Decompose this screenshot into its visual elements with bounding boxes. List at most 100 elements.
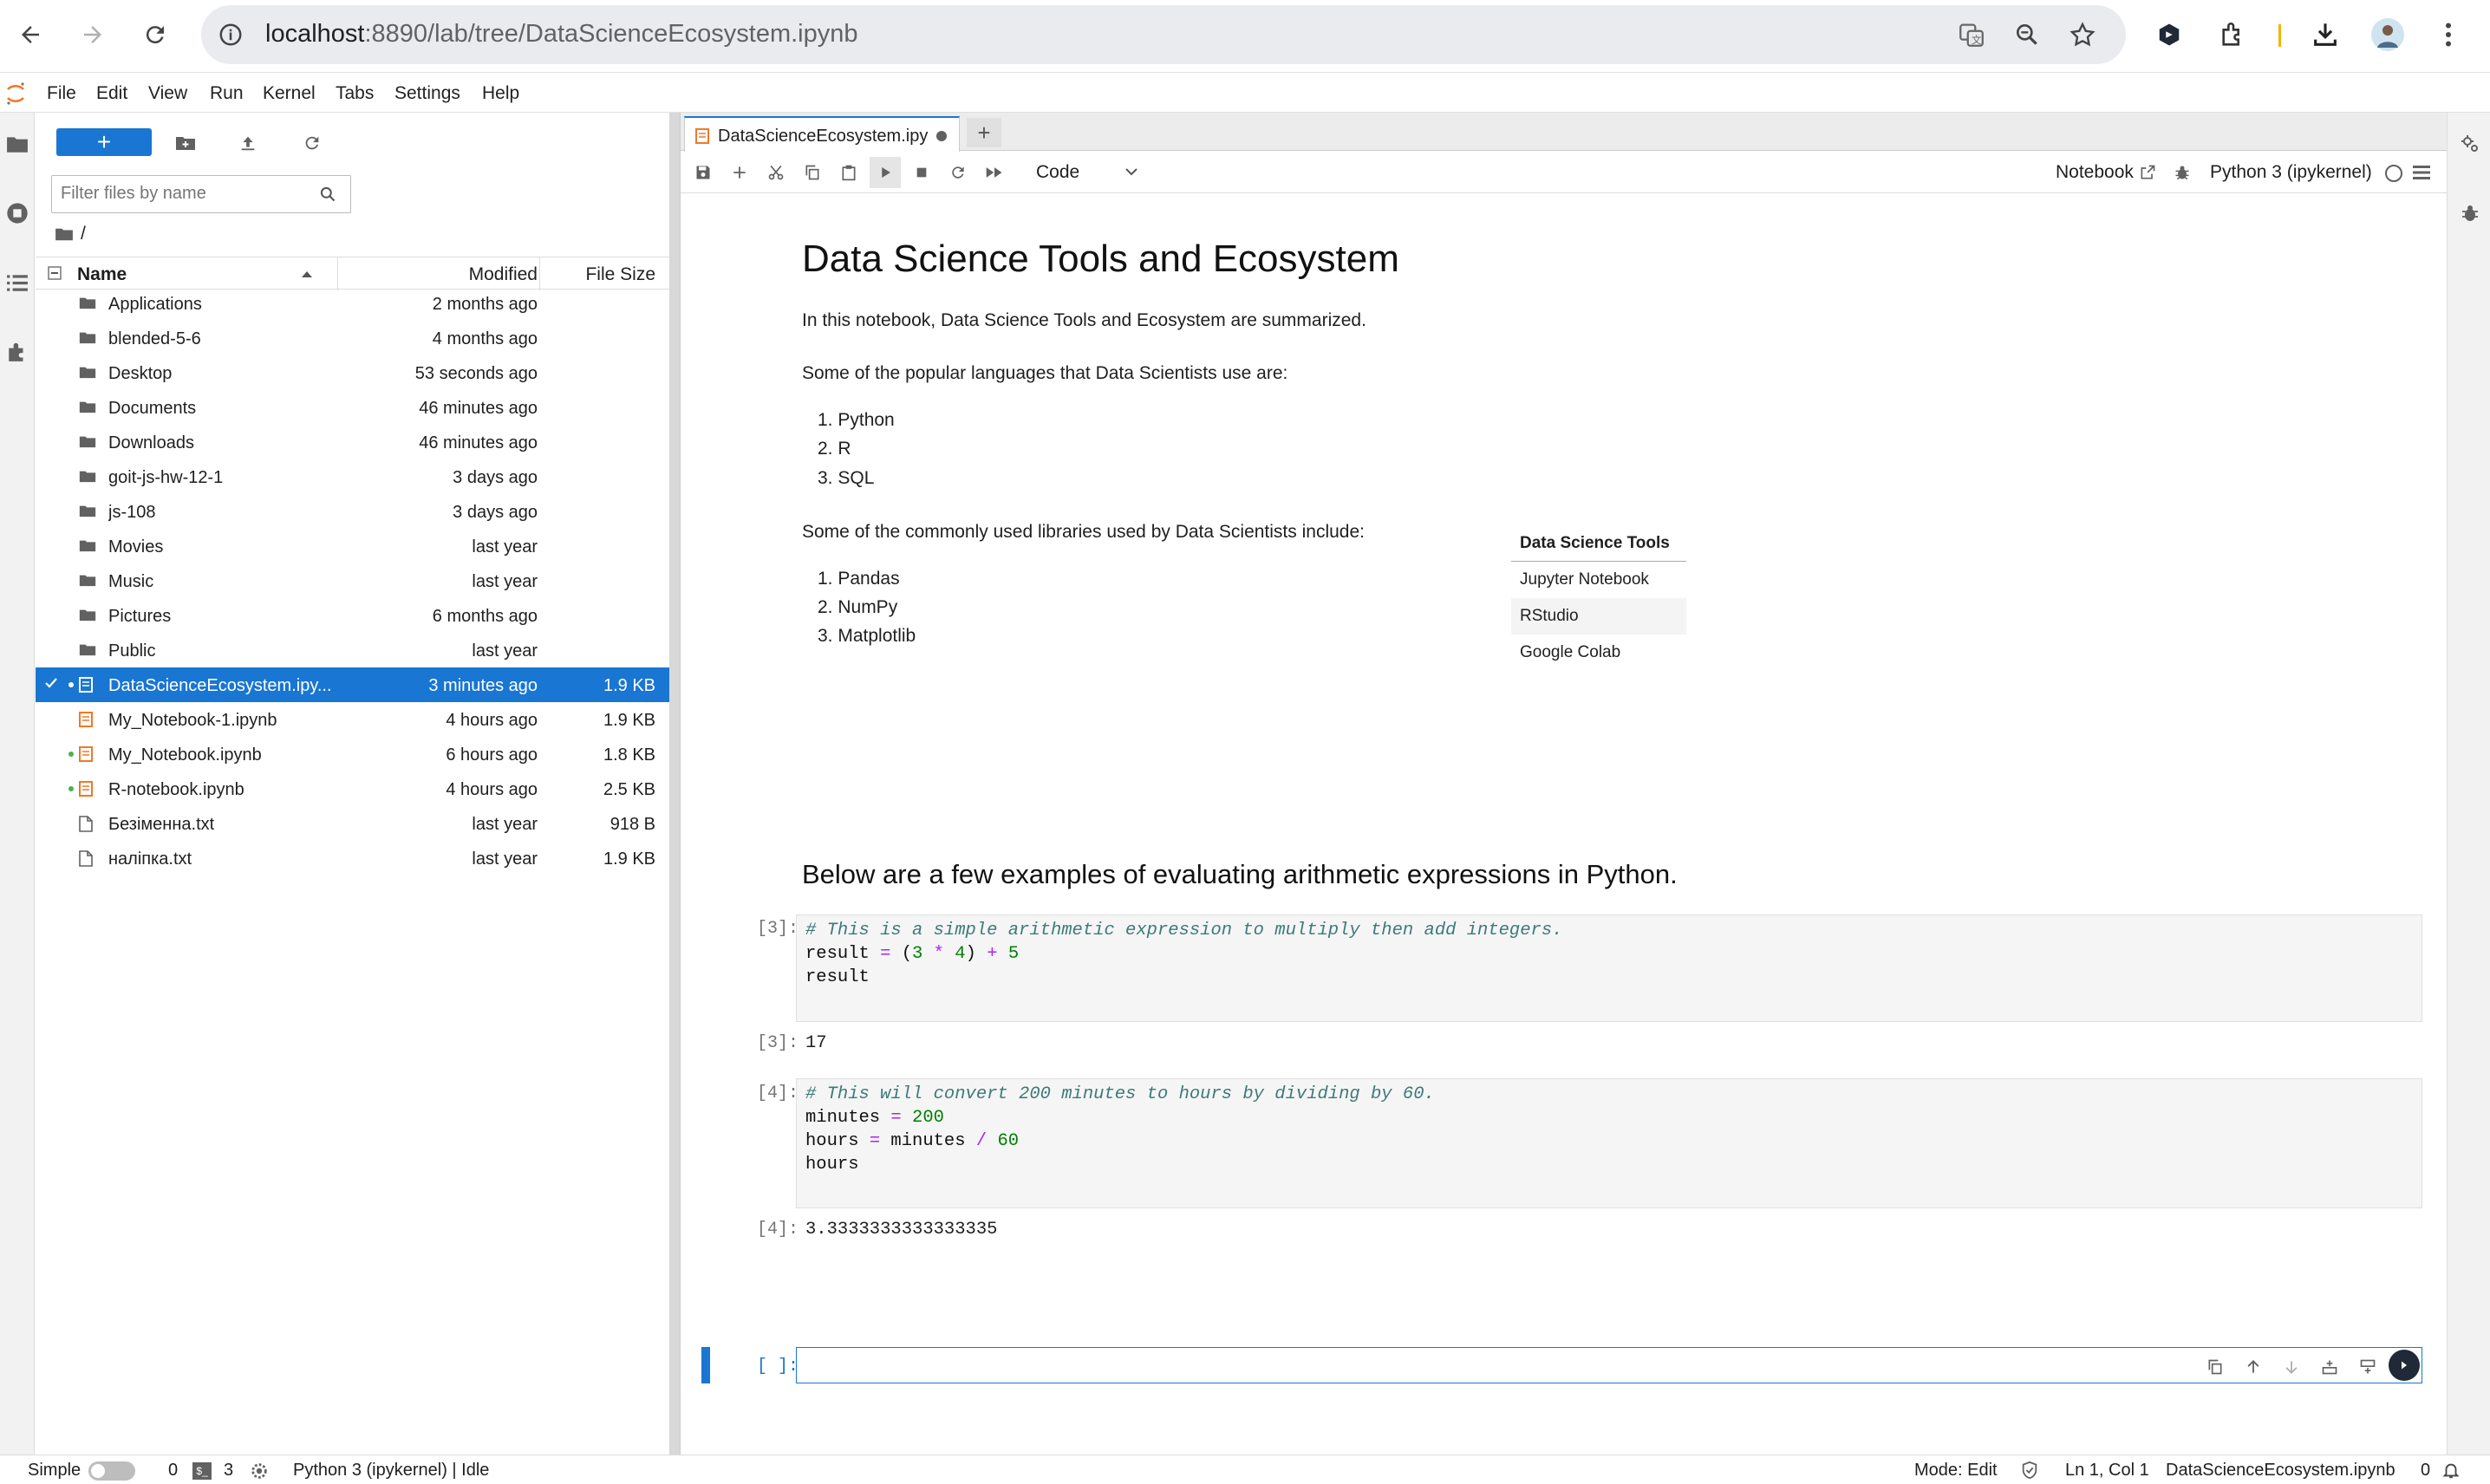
- languages-intro: Some of the popular languages that Data …: [802, 363, 1288, 383]
- downloads-icon[interactable]: [2304, 14, 2346, 55]
- cursor-position[interactable]: Ln 1, Col 1: [2065, 1461, 2149, 1481]
- hamburger-menu-icon[interactable]: [2413, 165, 2430, 180]
- notebook-file-icon: [79, 746, 93, 762]
- cell-output: 17: [805, 1033, 827, 1053]
- interrupt-kernel-icon[interactable]: [906, 157, 937, 188]
- modified-column-header[interactable]: Modified: [469, 264, 538, 285]
- folder-icon: [79, 469, 96, 484]
- menu-kernel[interactable]: Kernel: [263, 83, 316, 104]
- file-row[interactable]: R-notebook.ipynb 4 hours ago 2.5 KB: [36, 771, 669, 806]
- insert-below-icon[interactable]: [2356, 1355, 2380, 1379]
- name-column-header[interactable]: Name: [77, 264, 127, 285]
- file-row[interactable]: Applications 2 months ago: [36, 286, 669, 321]
- translate-icon[interactable]: 文: [1951, 14, 1992, 55]
- reload-button[interactable]: [135, 12, 175, 57]
- property-inspector-icon[interactable]: [2460, 133, 2480, 154]
- unsaved-dot-icon[interactable]: [936, 131, 947, 141]
- copy-icon[interactable]: [797, 157, 828, 188]
- file-modified: 4 hours ago: [446, 711, 538, 730]
- kernel-name[interactable]: Python 3 (ipykernel): [2210, 162, 2372, 183]
- zoom-icon[interactable]: [2006, 14, 2048, 55]
- file-row[interactable]: Безіменна.txt last year 918 B: [36, 806, 669, 841]
- code-cell[interactable]: # This is a simple arithmetic expression…: [796, 914, 2422, 1022]
- extensions-puzzle-icon[interactable]: [2213, 14, 2254, 55]
- panel-splitter[interactable]: [669, 113, 680, 1455]
- ai-assistant-icon[interactable]: [2389, 1350, 2420, 1381]
- active-code-cell[interactable]: [796, 1347, 2422, 1383]
- file-row[interactable]: blended-5-6 4 months ago: [36, 321, 669, 355]
- file-row[interactable]: Pictures 6 months ago: [36, 598, 669, 633]
- code-cell[interactable]: # This will convert 200 minutes to hours…: [796, 1078, 2422, 1208]
- filter-text-field[interactable]: [61, 184, 303, 204]
- menu-help[interactable]: Help: [482, 83, 519, 104]
- left-sidebar-tabs: [0, 113, 35, 1455]
- file-name: Downloads: [108, 433, 194, 452]
- file-row[interactable]: Music last year: [36, 563, 669, 598]
- new-launcher-button[interactable]: +: [56, 128, 152, 156]
- extensions-tab-icon[interactable]: [0, 335, 35, 369]
- debugger-panel-icon[interactable]: [2460, 203, 2480, 224]
- breadcrumb[interactable]: /: [55, 224, 86, 244]
- file-row[interactable]: js-108 3 days ago: [36, 494, 669, 529]
- address-bar[interactable]: localhost:8890/lab/tree/DataScienceEcosy…: [201, 5, 2126, 64]
- restart-run-all-icon[interactable]: [979, 157, 1010, 188]
- paste-icon[interactable]: [833, 157, 864, 188]
- file-row[interactable]: DataScienceEcosystem.ipy... 3 minutes ago…: [36, 667, 669, 702]
- external-link-icon[interactable]: [2139, 164, 2156, 181]
- back-button[interactable]: [10, 12, 50, 57]
- duplicate-cell-icon[interactable]: [2203, 1355, 2227, 1379]
- upload-icon[interactable]: [233, 128, 263, 158]
- file-row[interactable]: Movies last year: [36, 529, 669, 563]
- file-row[interactable]: goit-js-hw-12-1 3 days ago: [36, 459, 669, 494]
- run-cell-icon[interactable]: [870, 157, 901, 188]
- file-row[interactable]: My_Notebook.ipynb 6 hours ago 1.8 KB: [36, 737, 669, 771]
- insert-cell-icon[interactable]: [724, 157, 755, 188]
- select-all-checkbox[interactable]: [48, 266, 62, 280]
- file-modified: 3 days ago: [453, 503, 538, 522]
- restart-kernel-icon[interactable]: [942, 157, 974, 188]
- svg-text:文: 文: [1972, 34, 1981, 46]
- file-row[interactable]: My_Notebook-1.ipynb 4 hours ago 1.9 KB: [36, 702, 669, 737]
- file-row[interactable]: Downloads 46 minutes ago: [36, 425, 669, 459]
- insert-above-icon[interactable]: [2317, 1355, 2342, 1379]
- extension-hex-icon[interactable]: [2148, 14, 2190, 55]
- save-icon[interactable]: [688, 157, 719, 188]
- chrome-menu-icon[interactable]: [2428, 14, 2469, 55]
- profile-avatar[interactable]: [2367, 14, 2409, 55]
- refresh-icon[interactable]: [297, 128, 327, 158]
- menu-tabs[interactable]: Tabs: [336, 83, 374, 104]
- menu-edit[interactable]: Edit: [96, 83, 127, 104]
- menu-view[interactable]: View: [148, 83, 187, 104]
- debugger-bug-icon[interactable]: [2174, 164, 2191, 181]
- breadcrumb-root[interactable]: /: [81, 224, 86, 244]
- tab-notebook[interactable]: DataScienceEcosystem.ipy: [684, 116, 960, 152]
- notification-bell-icon[interactable]: [2441, 1461, 2461, 1480]
- open-in-notebook-link[interactable]: Notebook: [2056, 162, 2134, 183]
- move-up-icon[interactable]: [2241, 1355, 2265, 1379]
- cell-type-dropdown[interactable]: Code: [1036, 162, 1079, 183]
- kernel-status[interactable]: Python 3 (ipykernel) | Idle: [293, 1461, 489, 1481]
- cut-icon[interactable]: [760, 157, 792, 188]
- toolbar-divider: [2278, 24, 2281, 47]
- file-modified: last year: [472, 849, 538, 869]
- simple-mode-toggle[interactable]: [88, 1461, 135, 1481]
- table-of-contents-tab-icon[interactable]: [0, 265, 35, 300]
- file-row[interactable]: Documents 46 minutes ago: [36, 390, 669, 425]
- filter-files-input[interactable]: [51, 175, 351, 213]
- file-row[interactable]: Desktop 53 seconds ago: [36, 355, 669, 390]
- menu-settings[interactable]: Settings: [394, 83, 460, 104]
- bookmark-star-icon[interactable]: [2062, 14, 2103, 55]
- forward-button[interactable]: [73, 12, 113, 57]
- site-info-icon[interactable]: [210, 14, 251, 55]
- size-column-header[interactable]: File Size: [585, 264, 655, 285]
- running-kernels-tab-icon[interactable]: [0, 196, 35, 231]
- file-browser-tab-icon[interactable]: [0, 127, 35, 161]
- file-name: Pictures: [108, 607, 172, 626]
- file-row[interactable]: наліпка.txt last year 1.9 KB: [36, 841, 669, 875]
- new-tab-button[interactable]: +: [967, 118, 1001, 147]
- move-down-icon[interactable]: [2279, 1355, 2304, 1379]
- new-folder-icon[interactable]: [171, 128, 200, 158]
- menu-file[interactable]: File: [47, 83, 76, 104]
- file-row[interactable]: Public last year: [36, 633, 669, 667]
- menu-run[interactable]: Run: [210, 83, 244, 104]
